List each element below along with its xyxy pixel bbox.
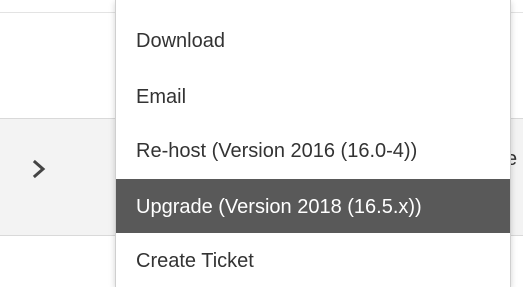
menu-item-rehost[interactable]: Re-host (Version 2016 (16.0-4)) [116, 123, 510, 179]
menu-item-upgrade[interactable]: Upgrade (Version 2018 (16.5.x)) [116, 179, 510, 235]
actions-dropdown-menu: Download Email Re-host (Version 2016 (16… [115, 0, 511, 287]
screen: e Download Email Re-host (Version 2016 (… [0, 0, 523, 287]
menu-item-create-ticket[interactable]: Create Ticket [116, 233, 510, 287]
menu-item-email[interactable]: Email [116, 69, 510, 125]
chevron-right-icon[interactable] [28, 158, 50, 180]
menu-item-download[interactable]: Download [116, 13, 510, 69]
